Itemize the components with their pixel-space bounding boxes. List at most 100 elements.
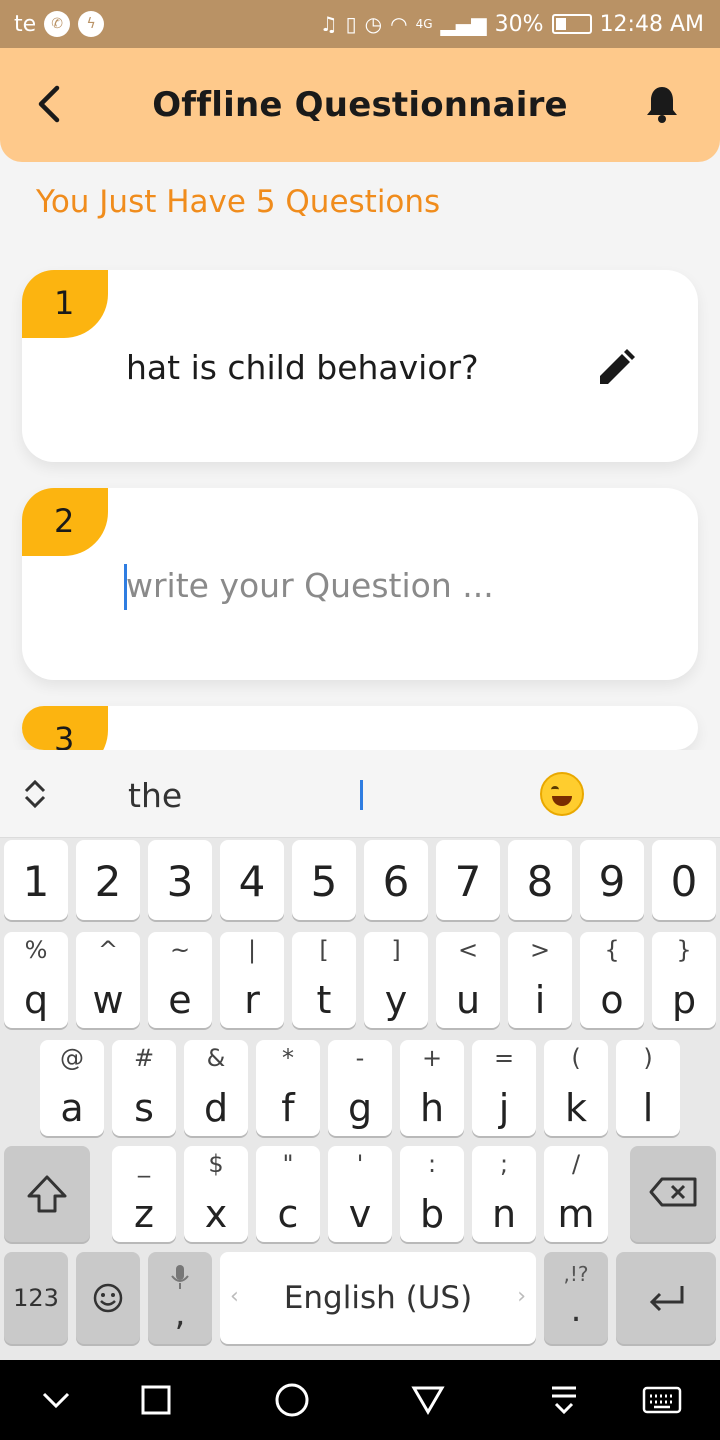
emoji-key[interactable]	[76, 1252, 140, 1344]
key-alt-label: ~	[169, 936, 191, 964]
key-l[interactable]: ) l	[616, 1040, 680, 1136]
key-9[interactable]: 9	[580, 840, 644, 920]
key-1[interactable]: 1	[4, 840, 68, 920]
expand-suggestions-button[interactable]	[20, 776, 50, 812]
comma-key[interactable]: ,	[148, 1252, 212, 1344]
enter-icon	[649, 1286, 684, 1312]
key-label: 5	[310, 857, 338, 906]
key-b[interactable]: :b	[400, 1146, 464, 1242]
key-t[interactable]: [t	[292, 932, 356, 1028]
triangle-icon	[411, 1386, 445, 1415]
carrier-text: te	[14, 11, 37, 37]
key-h[interactable]: + h	[400, 1040, 464, 1136]
key-r[interactable]: | r	[220, 932, 284, 1028]
page-title: Offline Questionnaire	[152, 85, 568, 125]
key-label: j	[498, 1086, 510, 1130]
key-m[interactable]: / m	[544, 1146, 608, 1242]
key-label: 0	[670, 857, 698, 906]
space-key[interactable]: ‹ English (US) ›	[220, 1252, 536, 1344]
key-label: 7	[454, 857, 482, 906]
key-f[interactable]: * f	[256, 1040, 320, 1136]
key-o[interactable]: {o	[580, 932, 644, 1028]
key-label: p	[671, 978, 697, 1022]
back-nav-button[interactable]	[404, 1376, 452, 1424]
key-label: e	[168, 978, 192, 1022]
backspace-icon	[649, 1177, 697, 1207]
messenger-icon: ϟ	[78, 11, 105, 37]
key-x[interactable]: $ x	[184, 1146, 248, 1242]
key-u[interactable]: < u	[436, 932, 500, 1028]
suggestion-word[interactable]: the	[128, 776, 182, 815]
back-button[interactable]	[26, 82, 70, 126]
key-alt-label: ^	[97, 936, 119, 964]
key-2[interactable]: 2	[76, 840, 140, 920]
key-alt-label: &	[206, 1044, 226, 1072]
key-6[interactable]: 6	[364, 840, 428, 920]
key-label: k	[564, 1086, 587, 1130]
signal-icon: ▂▄▆	[440, 12, 487, 36]
punctuation-hint: ,!?	[563, 1262, 589, 1286]
recents-button[interactable]	[132, 1376, 180, 1424]
question-text[interactable]: hat is child behavior?	[126, 348, 479, 387]
laughing-emoji-icon[interactable]	[540, 772, 584, 816]
download-button[interactable]	[540, 1376, 588, 1424]
key-alt-label: _	[138, 1150, 150, 1178]
key-label: c	[277, 1192, 299, 1236]
key-c[interactable]: " c	[256, 1146, 320, 1242]
key-z[interactable]: _ z	[112, 1146, 176, 1242]
notifications-button[interactable]	[642, 84, 682, 124]
key-q[interactable]: % q	[4, 932, 68, 1028]
edit-question-button[interactable]	[594, 346, 638, 390]
key-e[interactable]: ~ e	[148, 932, 212, 1028]
home-button[interactable]	[268, 1376, 316, 1424]
key-g[interactable]: -g	[328, 1040, 392, 1136]
hide-keyboard-button[interactable]	[32, 1376, 80, 1424]
key-alt-label: {	[604, 936, 620, 964]
chevron-updown-icon	[24, 779, 46, 809]
key-alt-label: ;	[499, 1150, 509, 1178]
key-alt-label: $	[208, 1150, 224, 1178]
backspace-key[interactable]	[630, 1146, 716, 1242]
pull-down-icon	[552, 1386, 576, 1415]
key-5[interactable]: 5	[292, 840, 356, 920]
key-v[interactable]: ' v	[328, 1146, 392, 1242]
question-number-badge: 3	[22, 706, 108, 750]
key-label: l	[642, 1086, 654, 1130]
key-y[interactable]: ] y	[364, 932, 428, 1028]
key-s[interactable]: # s	[112, 1040, 176, 1136]
key-j[interactable]: = j	[472, 1040, 536, 1136]
status-left: te ✆ ϟ	[14, 11, 105, 37]
numbers-toggle-key[interactable]: 123	[4, 1252, 68, 1344]
enter-key[interactable]	[616, 1252, 716, 1344]
period-key[interactable]: ,!? .	[544, 1252, 608, 1344]
app-header: Offline Questionnaire	[0, 48, 720, 162]
shift-key[interactable]	[4, 1146, 90, 1242]
microphone-icon	[171, 1265, 189, 1289]
key-label: o	[600, 978, 624, 1022]
question-card: 2 write your Question ...	[22, 488, 698, 680]
key-a[interactable]: @ a	[40, 1040, 104, 1136]
key-7[interactable]: 7	[436, 840, 500, 920]
key-0[interactable]: 0	[652, 840, 716, 920]
key-n[interactable]: ; n	[472, 1146, 536, 1242]
key-label: 1	[22, 857, 50, 906]
key-label: y	[384, 978, 408, 1022]
key-4[interactable]: 4	[220, 840, 284, 920]
key-8[interactable]: 8	[508, 840, 572, 920]
question-input[interactable]: write your Question ...	[126, 566, 494, 605]
question-card: 1 hat is child behavior?	[22, 270, 698, 462]
keyboard-switch-button[interactable]	[638, 1376, 686, 1424]
key-k[interactable]: (k	[544, 1040, 608, 1136]
key-label: 8	[526, 857, 554, 906]
key-3[interactable]: 3	[148, 840, 212, 920]
key-w[interactable]: ^ w	[76, 932, 140, 1028]
key-p[interactable]: } p	[652, 932, 716, 1028]
key-i[interactable]: > i	[508, 932, 572, 1028]
key-label: m	[557, 1192, 595, 1236]
comma-label: ,	[174, 1294, 186, 1334]
key-d[interactable]: & d	[184, 1040, 248, 1136]
key-alt-label: '	[356, 1150, 364, 1178]
key-label: 3	[166, 857, 194, 906]
key-label: 2	[94, 857, 122, 906]
space-language-label: English (US)	[283, 1280, 473, 1316]
